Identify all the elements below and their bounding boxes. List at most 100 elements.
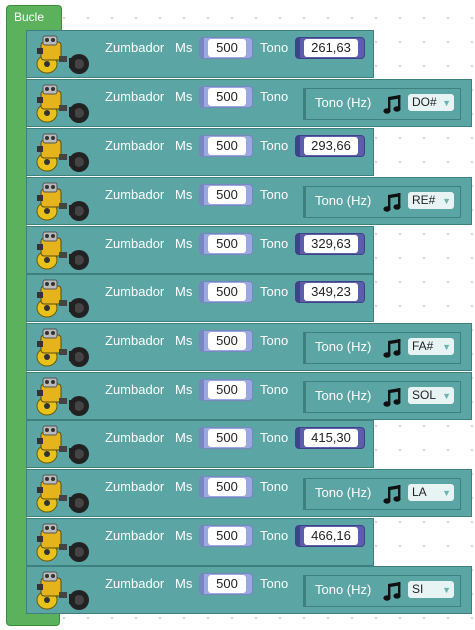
buzzer-label: Zumbador bbox=[105, 528, 165, 543]
robot-buzzer-icon bbox=[33, 132, 91, 174]
music-note-icon bbox=[382, 484, 404, 506]
ms-socket: 500 bbox=[199, 135, 253, 157]
note-dropdown[interactable]: LA ▼ bbox=[408, 484, 454, 501]
buzzer-label: Zumbador bbox=[105, 138, 165, 153]
note-dropdown[interactable]: RE# ▼ bbox=[408, 192, 454, 209]
ms-input[interactable]: 500 bbox=[208, 283, 246, 301]
tone-hz-block[interactable]: Tono (Hz) LA ▼ bbox=[303, 478, 461, 510]
ms-input[interactable]: 500 bbox=[208, 235, 246, 253]
tone-label: Tono bbox=[260, 138, 289, 153]
tone-label: Tono bbox=[260, 576, 289, 591]
tone-socket: 466,16 bbox=[295, 525, 365, 547]
tone-hz-block[interactable]: Tono (Hz) RE# ▼ bbox=[303, 186, 461, 218]
robot-buzzer-icon bbox=[33, 327, 91, 369]
tone-socket: 261,63 bbox=[295, 37, 365, 59]
ms-input[interactable]: 500 bbox=[208, 186, 246, 204]
note-dropdown[interactable]: SI ▼ bbox=[408, 581, 454, 598]
ms-socket: 500 bbox=[199, 525, 253, 547]
note-dropdown-value: LA bbox=[412, 485, 427, 499]
tone-hz-block[interactable]: Tono (Hz) SI ▼ bbox=[303, 575, 461, 607]
music-note-icon bbox=[382, 387, 404, 409]
tone-hz-label: Tono (Hz) bbox=[315, 485, 372, 500]
buzzer-block[interactable]: Zumbador Ms 500 Tono Tono (Hz) RE# ▼ bbox=[26, 177, 472, 225]
robot-buzzer-icon bbox=[33, 570, 91, 612]
ms-label: Ms bbox=[175, 284, 193, 299]
tone-hz-label: Tono (Hz) bbox=[315, 95, 372, 110]
robot-buzzer-icon bbox=[33, 230, 91, 272]
buzzer-block[interactable]: Zumbador Ms 500 Tono 293,66 bbox=[26, 128, 374, 176]
tone-input[interactable]: 466,16 bbox=[304, 527, 358, 545]
buzzer-label: Zumbador bbox=[105, 382, 165, 397]
tone-label: Tono bbox=[260, 479, 289, 494]
buzzer-block[interactable]: Zumbador Ms 500 Tono 466,16 bbox=[26, 518, 374, 566]
ms-input[interactable]: 500 bbox=[208, 137, 246, 155]
buzzer-block[interactable]: Zumbador Ms 500 Tono Tono (Hz) SOL ▼ bbox=[26, 372, 472, 420]
dropdown-arrow-icon: ▼ bbox=[442, 391, 451, 401]
ms-input[interactable]: 500 bbox=[208, 527, 246, 545]
ms-socket: 500 bbox=[199, 184, 253, 206]
ms-input[interactable]: 500 bbox=[208, 381, 246, 399]
buzzer-label: Zumbador bbox=[105, 236, 165, 251]
ms-label: Ms bbox=[175, 89, 193, 104]
tone-label: Tono bbox=[260, 430, 289, 445]
ms-socket: 500 bbox=[199, 233, 253, 255]
music-note-icon bbox=[382, 581, 404, 603]
dropdown-arrow-icon: ▼ bbox=[442, 98, 451, 108]
dropdown-arrow-icon: ▼ bbox=[442, 196, 451, 206]
ms-input[interactable]: 500 bbox=[208, 39, 246, 57]
buzzer-block[interactable]: Zumbador Ms 500 Tono 349,23 bbox=[26, 274, 374, 322]
ms-socket: 500 bbox=[199, 330, 253, 352]
buzzer-block[interactable]: Zumbador Ms 500 Tono 261,63 bbox=[26, 30, 374, 78]
buzzer-label: Zumbador bbox=[105, 576, 165, 591]
ms-input[interactable]: 500 bbox=[208, 575, 246, 593]
buzzer-label: Zumbador bbox=[105, 479, 165, 494]
ms-input[interactable]: 500 bbox=[208, 88, 246, 106]
ms-label: Ms bbox=[175, 479, 193, 494]
note-dropdown-value: RE# bbox=[412, 193, 436, 207]
tone-hz-block[interactable]: Tono (Hz) FA# ▼ bbox=[303, 332, 461, 364]
tone-hz-block[interactable]: Tono (Hz) SOL ▼ bbox=[303, 381, 461, 413]
tone-label: Tono bbox=[260, 382, 289, 397]
note-dropdown[interactable]: FA# ▼ bbox=[408, 338, 454, 355]
ms-input[interactable]: 500 bbox=[208, 332, 246, 350]
tone-hz-label: Tono (Hz) bbox=[315, 388, 372, 403]
tone-input[interactable]: 329,63 bbox=[304, 235, 358, 253]
tone-hz-block[interactable]: Tono (Hz) DO# ▼ bbox=[303, 88, 461, 120]
ms-socket: 500 bbox=[199, 427, 253, 449]
music-note-icon bbox=[382, 338, 404, 360]
buzzer-block[interactable]: Zumbador Ms 500 Tono Tono (Hz) FA# ▼ bbox=[26, 323, 472, 371]
buzzer-block[interactable]: Zumbador Ms 500 Tono Tono (Hz) DO# ▼ bbox=[26, 79, 472, 127]
buzzer-block[interactable]: Zumbador Ms 500 Tono 329,63 bbox=[26, 226, 374, 274]
ms-label: Ms bbox=[175, 528, 193, 543]
buzzer-label: Zumbador bbox=[105, 89, 165, 104]
robot-buzzer-icon bbox=[33, 473, 91, 515]
ms-label: Ms bbox=[175, 576, 193, 591]
ms-input[interactable]: 500 bbox=[208, 429, 246, 447]
buzzer-block[interactable]: Zumbador Ms 500 Tono Tono (Hz) SI ▼ bbox=[26, 566, 472, 614]
ms-socket: 500 bbox=[199, 573, 253, 595]
ms-socket: 500 bbox=[199, 37, 253, 59]
ms-label: Ms bbox=[175, 187, 193, 202]
music-note-icon bbox=[382, 192, 404, 214]
dropdown-arrow-icon: ▼ bbox=[442, 585, 451, 595]
tone-input[interactable]: 261,63 bbox=[304, 39, 358, 57]
tone-label: Tono bbox=[260, 89, 289, 104]
robot-buzzer-icon bbox=[33, 181, 91, 223]
ms-input[interactable]: 500 bbox=[208, 478, 246, 496]
ms-socket: 500 bbox=[199, 476, 253, 498]
robot-buzzer-icon bbox=[33, 424, 91, 466]
tone-input[interactable]: 349,23 bbox=[304, 283, 358, 301]
buzzer-block[interactable]: Zumbador Ms 500 Tono Tono (Hz) LA ▼ bbox=[26, 469, 472, 517]
ms-socket: 500 bbox=[199, 281, 253, 303]
tone-label: Tono bbox=[260, 187, 289, 202]
note-dropdown-value: FA# bbox=[412, 339, 434, 353]
tone-input[interactable]: 293,66 bbox=[304, 137, 358, 155]
loop-label: Bucle bbox=[14, 10, 45, 24]
tone-input[interactable]: 415,30 bbox=[304, 429, 358, 447]
note-dropdown[interactable]: DO# ▼ bbox=[408, 94, 454, 111]
tone-socket: 415,30 bbox=[295, 427, 365, 449]
buzzer-block[interactable]: Zumbador Ms 500 Tono 415,30 bbox=[26, 420, 374, 468]
note-dropdown[interactable]: SOL ▼ bbox=[408, 387, 454, 404]
dropdown-arrow-icon: ▼ bbox=[442, 342, 451, 352]
robot-buzzer-icon bbox=[33, 522, 91, 564]
